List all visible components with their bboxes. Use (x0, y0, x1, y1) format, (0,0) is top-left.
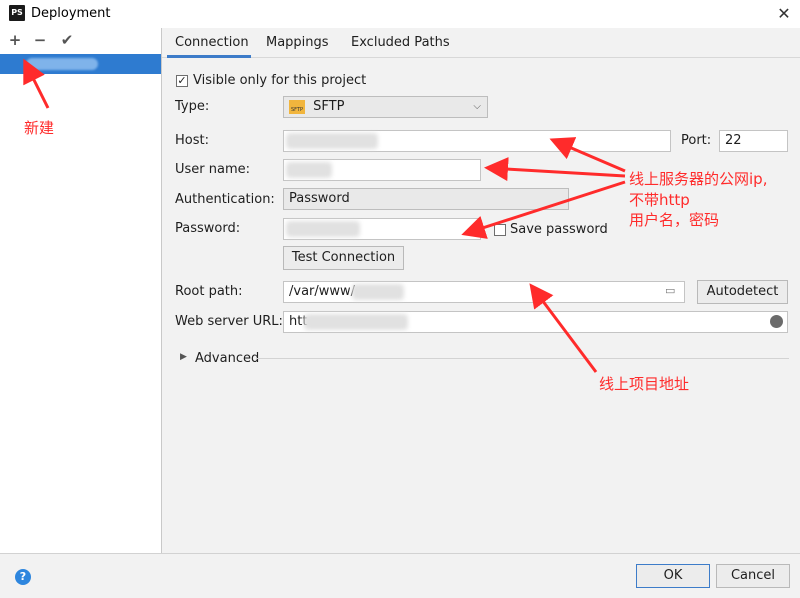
arrow-to-username (484, 157, 626, 182)
arrow-to-password (461, 180, 626, 239)
ok-button[interactable]: OK (636, 564, 710, 588)
arrow-to-root-path (529, 283, 598, 373)
arrow-to-host (549, 137, 626, 173)
arrow-to-add-button (23, 58, 50, 109)
help-icon[interactable]: ? (15, 569, 31, 585)
annotation-arrows (23, 58, 626, 373)
cancel-button[interactable]: Cancel (716, 564, 790, 588)
